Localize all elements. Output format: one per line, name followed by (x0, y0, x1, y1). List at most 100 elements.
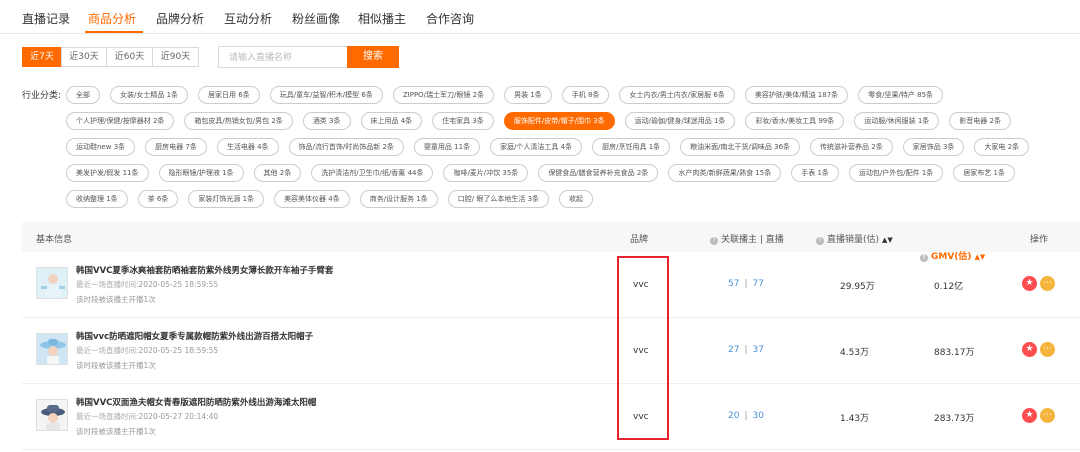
favorite-icon[interactable]: ★ (1022, 276, 1037, 291)
product-name[interactable]: 韩国vvc防晒遮阳帽女夏季专属款帽防紫外线出游百搭太阳帽子 (76, 330, 313, 342)
category-label: 行业分类: (22, 91, 62, 101)
category-chip[interactable]: 水产肉类/新鲜蔬果/熟食 15条 (668, 164, 782, 182)
category-chip[interactable]: 厨房/烹饪用具 1条 (592, 138, 671, 156)
tab-brand-analysis[interactable]: 品牌分析 (156, 10, 204, 27)
category-row: 全部 女装/女士精品 1条 居家日用 6条 玩具/童车/益智/积木/模型 6条 ZIPP… (66, 82, 1066, 108)
product-thumbnail[interactable] (36, 333, 68, 365)
category-chip[interactable]: 运动服/休闲服装 1条 (854, 112, 940, 130)
category-chip[interactable]: 全部 (66, 86, 100, 104)
category-chip[interactable]: 家装灯饰光源 1条 (188, 190, 265, 208)
tab-interaction-analysis[interactable]: 互动分析 (224, 10, 272, 27)
category-chip[interactable]: 男装 1条 (504, 86, 552, 104)
category-chip[interactable]: 隐形眼镜/护理液 1条 (158, 164, 244, 182)
category-chip[interactable]: 美容护肤/美体/精油 187条 (744, 86, 849, 104)
category-chip[interactable]: 彩妆/香水/美妆工具 99条 (745, 112, 845, 130)
period-30d[interactable]: 近30天 (61, 47, 107, 67)
header-brand: 品牌 (630, 235, 649, 245)
period-90d[interactable]: 近90天 (152, 47, 199, 67)
category-chip[interactable]: 影音电器 2条 (949, 112, 1011, 130)
category-chip[interactable]: 家居饰品 3条 (902, 138, 965, 156)
favorite-icon[interactable]: ★ (1022, 408, 1037, 423)
category-row: 个人护理/保健/按摩器材 2条 箱包皮具/热销女包/男包 2条 酒类 3条 床上用品 … (66, 108, 1066, 134)
category-chip[interactable]: 洗护清洁剂/卫生巾/纸/香薰 44条 (311, 164, 434, 182)
related-hosts[interactable]: 20 | 30 (728, 411, 764, 421)
product-name[interactable]: 韩国VVC双面渔夫帽女青春版遮阳防晒防紫外线出游海滩太阳帽 (76, 396, 316, 408)
category-chip[interactable]: 茶 6条 (137, 190, 179, 208)
category-chip[interactable]: 女装/女士精品 1条 (110, 86, 189, 104)
search-button[interactable]: 搜索 (347, 46, 399, 68)
category-chip[interactable]: 箱包皮具/热销女包/男包 2条 (184, 112, 293, 130)
category-chip[interactable]: 粮油米面/南北干货/调味品 36条 (680, 138, 801, 156)
category-chip[interactable]: 零食/坚果/特产 85条 (858, 86, 944, 104)
category-chip[interactable]: 美容美体仪器 4条 (274, 190, 350, 208)
category-chip[interactable]: 婴童用品 11条 (413, 138, 481, 156)
category-chip[interactable]: 生活电器 4条 (216, 138, 279, 156)
separator: | (744, 411, 748, 421)
host-count[interactable]: 57 (728, 279, 739, 289)
separator: | (744, 279, 748, 289)
collapse-categories-button[interactable]: 收起 (559, 190, 594, 208)
category-chip[interactable]: 运动包/户外包/配件 1条 (848, 164, 944, 182)
category-chip[interactable]: 手表 1条 (791, 164, 839, 182)
category-chip[interactable]: 手机 8条 (561, 86, 610, 104)
table-row[interactable]: 韩国VVC双面渔夫帽女青春版遮阳防晒防紫外线出游海滩太阳帽 最近一场直播时间:2… (22, 384, 1080, 450)
table-row[interactable]: 韩国vvc防晒遮阳帽女夏季专属款帽防紫外线出游百搭太阳帽子 最近一场直播时间:2… (22, 318, 1080, 384)
category-chip[interactable]: 居家布艺 1条 (953, 164, 1015, 182)
related-hosts[interactable]: 57 | 77 (728, 279, 764, 289)
more-icon[interactable]: ⋯ (1040, 408, 1055, 423)
category-chip[interactable]: ZIPPO/瑞士军刀/眼镜 2条 (392, 86, 495, 104)
category-chip[interactable]: 商务/设计服务 1条 (359, 190, 438, 208)
brand-highlight-box (617, 256, 669, 440)
live-count[interactable]: 77 (753, 279, 764, 289)
category-chip[interactable]: 女士内衣/男士内衣/家居服 6条 (619, 86, 735, 104)
category-chip[interactable]: 住宅家具 3条 (432, 112, 494, 130)
period-7d[interactable]: 近7天 (22, 47, 62, 67)
period-60d[interactable]: 近60天 (106, 47, 153, 67)
category-chip[interactable]: 收纳整理 1条 (66, 190, 128, 208)
category-chip[interactable]: 咖啡/麦片/冲饮 35条 (443, 164, 529, 182)
category-chip[interactable]: 口腔/ 眼了么本地生活 3条 (447, 190, 550, 208)
more-icon[interactable]: ⋯ (1040, 276, 1055, 291)
product-table-body: 韩国VVC夏季冰爽袖套防晒袖套防紫外线男女薄长款开车袖子手臂套 最近一场直播时间… (22, 252, 1080, 450)
category-chip[interactable]: 居家日用 6条 (198, 86, 260, 104)
category-chip[interactable]: 厨房电器 7条 (145, 138, 207, 156)
category-chip[interactable]: 运动鞋new 3条 (66, 138, 136, 156)
live-count[interactable]: 37 (753, 345, 764, 355)
table-row[interactable]: 韩国VVC夏季冰爽袖套防晒袖套防紫外线男女薄长款开车袖子手臂套 最近一场直播时间… (22, 252, 1080, 318)
tab-live-records[interactable]: 直播记录 (22, 10, 70, 27)
gmv-value: 283.73万 (934, 414, 975, 424)
category-chip[interactable]: 服饰配件/皮带/帽子/围巾 3条 (503, 112, 615, 130)
category-row: 收纳整理 1条茶 6条 家装灯饰光源 1条 美容美体仪器 4条 商务/设计服务 1条口… (66, 186, 1066, 212)
category-chip[interactable]: 其他 2条 (253, 164, 302, 182)
row-actions: ★ ⋯ (1022, 276, 1058, 291)
live-count[interactable]: 30 (753, 411, 764, 421)
header-sales[interactable]: ? 直播销量(估) ▲▼ (816, 232, 893, 245)
host-count[interactable]: 27 (728, 345, 739, 355)
host-count[interactable]: 20 (728, 411, 739, 421)
tab-similar-hosts[interactable]: 相似播主 (358, 10, 406, 27)
related-hosts[interactable]: 27 | 37 (728, 345, 764, 355)
category-chip[interactable]: 运动/瑜伽/健身/球迷用品 1条 (624, 112, 736, 130)
favorite-icon[interactable]: ★ (1022, 342, 1037, 357)
product-thumbnail[interactable] (36, 399, 68, 431)
tab-product-analysis[interactable]: 商品分析 (88, 10, 136, 27)
category-chip[interactable]: 饰品/流行首饰/时尚饰品新 2条 (288, 138, 404, 156)
tab-cooperation[interactable]: 合作咨询 (426, 10, 474, 27)
category-chip[interactable]: 酒类 3条 (302, 112, 351, 130)
category-chip[interactable]: 玩具/童车/益智/积木/模型 6条 (269, 86, 383, 104)
more-icon[interactable]: ⋯ (1040, 342, 1055, 357)
category-chip[interactable]: 美发护发/假发 11条 (66, 164, 149, 182)
category-chip[interactable]: 家庭/个人清洁工具 4条 (490, 138, 583, 156)
product-name[interactable]: 韩国VVC夏季冰爽袖套防晒袖套防紫外线男女薄长款开车袖子手臂套 (76, 264, 333, 276)
help-icon: ? (710, 237, 718, 245)
category-chip[interactable]: 床上用品 4条 (360, 112, 423, 130)
tab-fan-profile[interactable]: 粉丝画像 (292, 10, 340, 27)
category-chip[interactable]: 传统滋补营养品 2条 (810, 138, 893, 156)
category-chip[interactable]: 个人护理/保健/按摩器材 2条 (66, 112, 175, 130)
search-input[interactable] (218, 46, 348, 68)
product-thumbnail[interactable] (36, 267, 68, 299)
sort-icon[interactable]: ▲▼ (882, 236, 893, 244)
category-chip[interactable]: 大家电 2条 (974, 138, 1030, 156)
category-row: 美发护发/假发 11条 隐形眼镜/护理液 1条 其他 2条 洗护清洁剂/卫生巾/纸/香… (66, 160, 1066, 186)
category-chip[interactable]: 保健食品/膳食营养补充食品 2条 (538, 164, 659, 182)
